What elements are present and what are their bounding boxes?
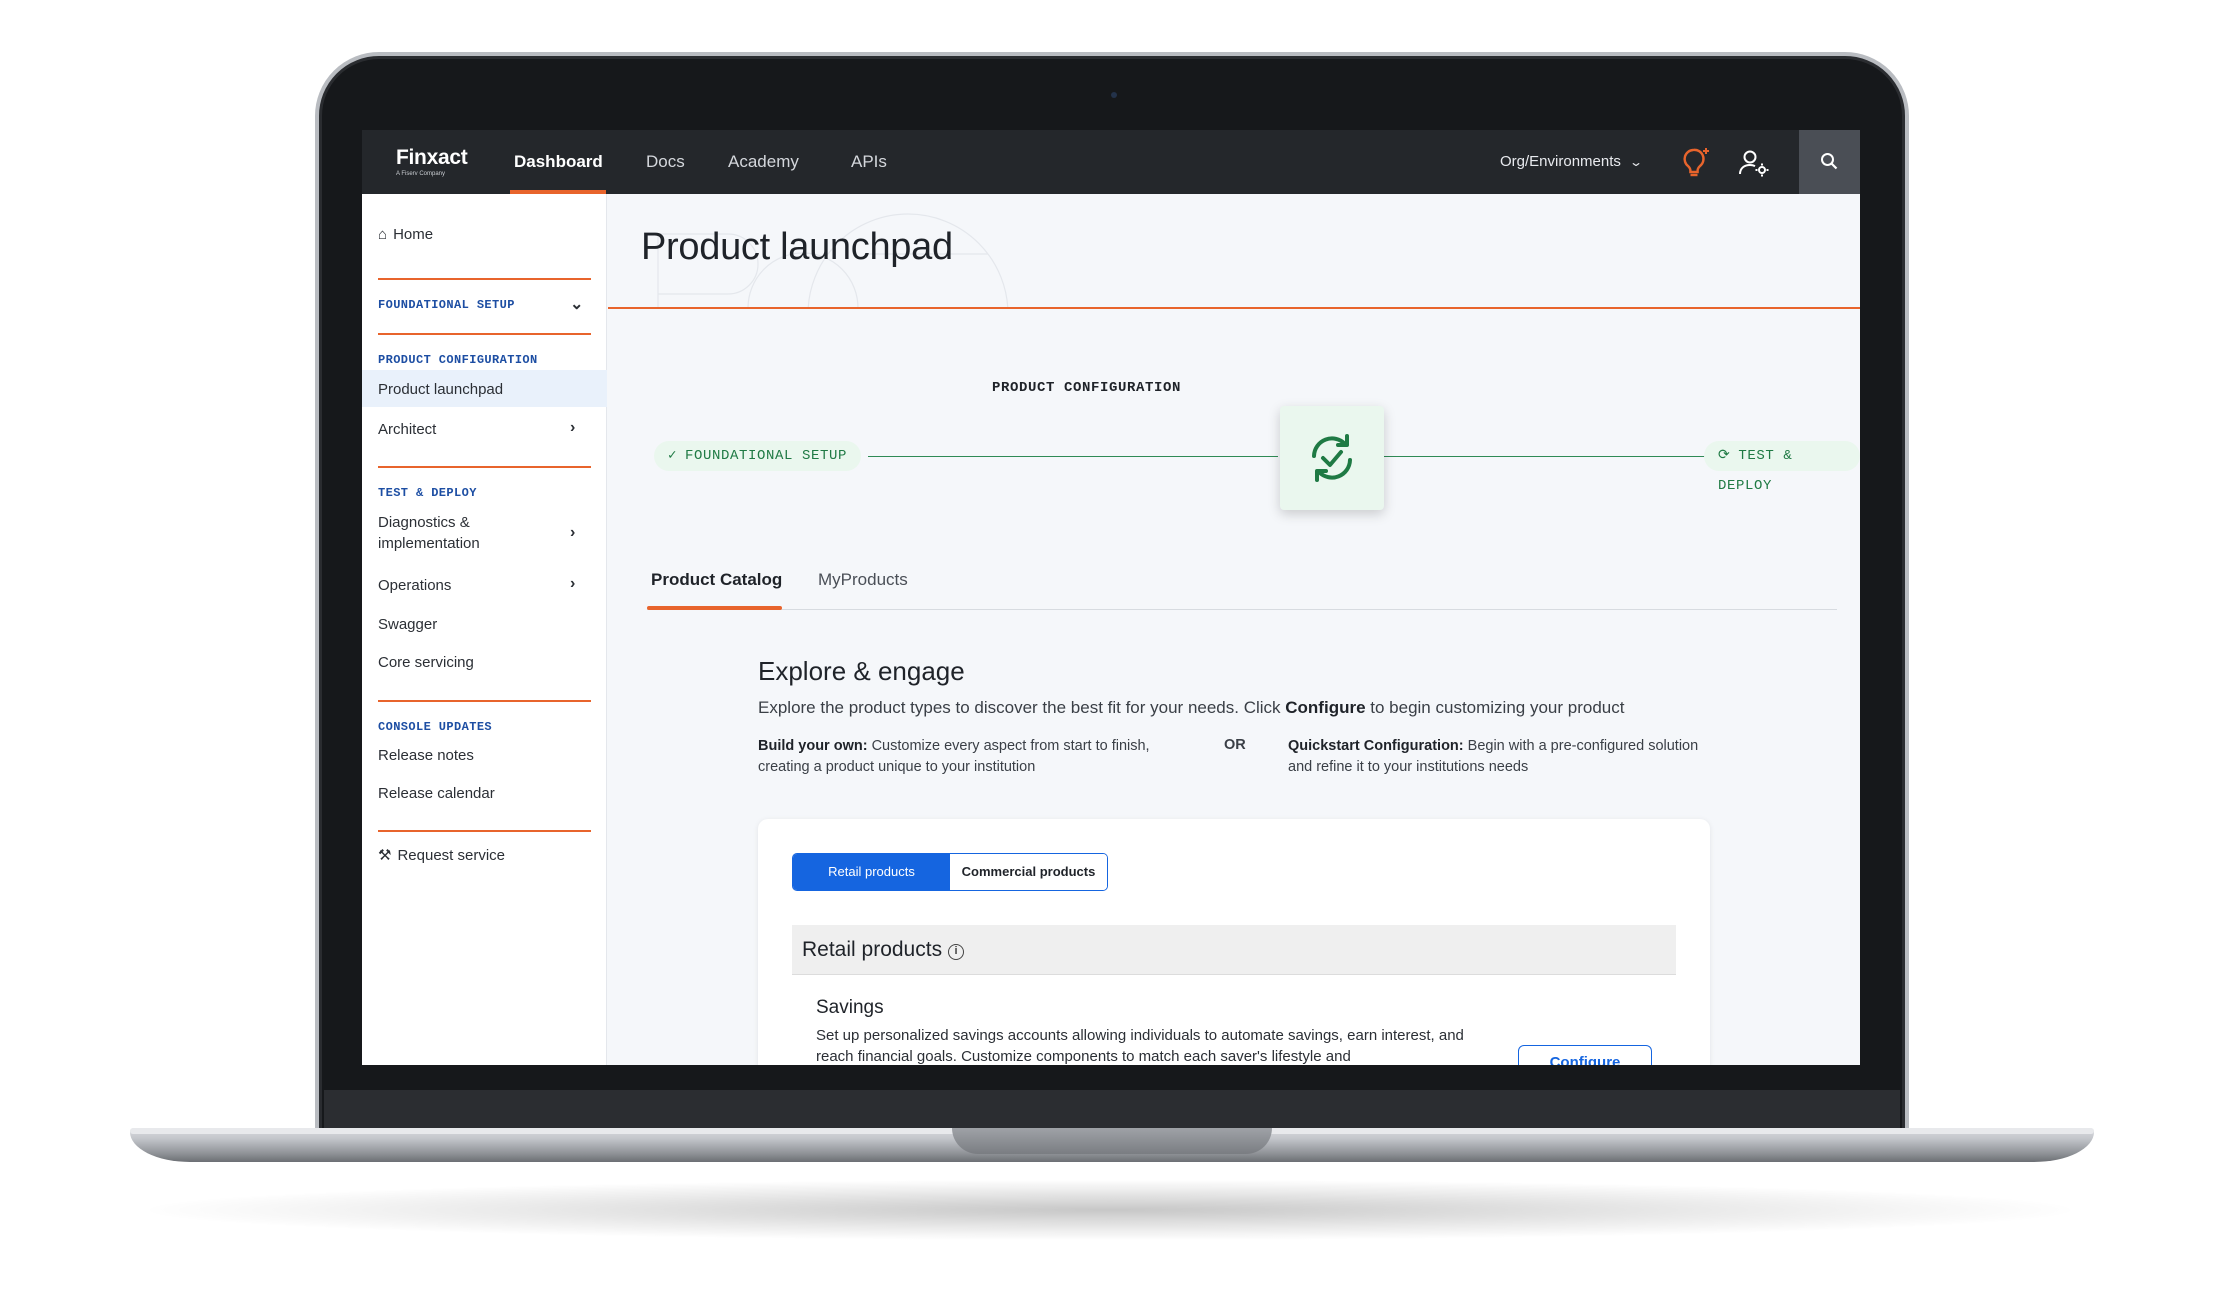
laptop-chin	[324, 1090, 1900, 1130]
sidebar: ⌂ Home FOUNDATIONAL SETUP ⌄ PRODUCT CONFI…	[362, 194, 607, 1065]
sidebar-item-release-calendar[interactable]: Release calendar	[378, 783, 495, 804]
chevron-right-icon[interactable]: ›	[570, 575, 575, 593]
org-environments-label: Org/Environments	[1500, 153, 1621, 170]
explore-desc-configure: Configure	[1285, 698, 1366, 717]
home-icon: ⌂	[378, 226, 388, 243]
sidebar-divider	[378, 333, 591, 335]
page-title: Product launchpad	[641, 226, 953, 268]
configure-button[interactable]: Configure	[1518, 1045, 1652, 1065]
sidebar-item-label: implementation	[378, 535, 480, 552]
sidebar-divider	[378, 466, 591, 468]
section-title: Retail products i	[802, 938, 965, 962]
laptop-notch	[952, 1128, 1272, 1154]
sidebar-item-operations[interactable]: Operations	[378, 575, 451, 596]
segment-commercial-products[interactable]: Commercial products	[950, 854, 1107, 890]
build-your-own-text: Build your own: Customize every aspect f…	[758, 736, 1198, 778]
top-navigation: Finxact A Fiserv Company Dashboard Docs …	[362, 130, 1860, 194]
sidebar-item-diagnostics[interactable]: Diagnostics & implementation	[378, 512, 480, 554]
sidebar-item-release-notes[interactable]: Release notes	[378, 745, 474, 766]
segment-retail-products[interactable]: Retail products	[793, 854, 950, 890]
stepper-step-foundational-setup[interactable]: ✓ FOUNDATIONAL SETUP	[654, 441, 862, 471]
quickstart-label: Quickstart Configuration:	[1288, 738, 1464, 754]
nav-dashboard[interactable]: Dashboard	[514, 130, 603, 194]
nav-apis[interactable]: APIs	[851, 130, 887, 194]
info-icon[interactable]: i	[948, 944, 965, 960]
stepper-step-test-deploy[interactable]: ⟳ TEST & DEPLOY	[1704, 441, 1860, 494]
user-settings-icon[interactable]	[1738, 148, 1770, 178]
sidebar-divider	[378, 278, 591, 280]
screen: Finxact A Fiserv Company Dashboard Docs …	[362, 130, 1860, 1065]
sidebar-home-label: Home	[393, 226, 434, 243]
sidebar-item-architect[interactable]: Architect	[378, 419, 436, 440]
laptop-camera	[1111, 92, 1117, 98]
sync-check-icon	[1312, 434, 1352, 482]
search-button[interactable]	[1799, 130, 1860, 194]
chevron-right-icon[interactable]: ›	[570, 419, 575, 437]
tab-myproducts[interactable]: MyProducts	[818, 570, 908, 590]
sidebar-item-home[interactable]: ⌂ Home	[378, 226, 433, 243]
products-card: Retail products Commercial products Reta…	[758, 819, 1710, 1065]
stepper-step-product-configuration	[1280, 406, 1384, 510]
product-description: Set up personalized savings accounts all…	[816, 1027, 1464, 1065]
wrench-icon: ⚒	[378, 847, 392, 864]
sidebar-heading-product-configuration: PRODUCT CONFIGURATION	[378, 353, 538, 367]
stepper-current-label: PRODUCT CONFIGURATION	[992, 380, 1182, 396]
lightbulb-icon[interactable]	[1680, 146, 1714, 180]
explore-desc-text: to begin customizing your product	[1365, 698, 1625, 717]
chevron-down-icon[interactable]: ⌄	[570, 294, 583, 314]
sync-icon: ⟳	[1718, 448, 1731, 464]
sidebar-heading-console-updates: CONSOLE UPDATES	[378, 720, 493, 734]
check-icon: ✓	[668, 448, 678, 464]
explore-title: Explore & engage	[758, 656, 965, 686]
sidebar-item-request-service[interactable]: ⚒ Request service	[378, 846, 505, 864]
stepper-step-label: FOUNDATIONAL SETUP	[685, 448, 848, 464]
org-environments-dropdown[interactable]: Org/Environments ⌄	[1500, 130, 1643, 194]
title-divider	[608, 307, 1860, 309]
tabs-divider	[647, 609, 1837, 610]
chevron-right-icon[interactable]: ›	[570, 524, 575, 542]
nav-docs[interactable]: Docs	[646, 130, 685, 194]
sidebar-item-core-servicing[interactable]: Core servicing	[378, 652, 474, 673]
tab-product-catalog[interactable]: Product Catalog	[651, 570, 782, 590]
sidebar-divider	[378, 700, 591, 702]
nav-academy[interactable]: Academy	[728, 130, 799, 194]
sidebar-request-service-label: Request service	[397, 847, 506, 864]
or-separator: OR	[1224, 737, 1246, 753]
brand-name: Finxact	[396, 146, 468, 169]
brand-tagline: A Fiserv Company	[396, 171, 446, 177]
product-type-toggle: Retail products Commercial products	[792, 853, 1108, 891]
quickstart-text: Quickstart Configuration: Begin with a p…	[1288, 736, 1708, 778]
sidebar-item-label: Diagnostics &	[378, 514, 470, 531]
stepper-connector	[868, 456, 1278, 457]
explore-description: Explore the product types to discover th…	[758, 698, 1624, 718]
sidebar-divider	[378, 830, 591, 832]
sidebar-item-swagger[interactable]: Swagger	[378, 614, 437, 635]
section-title-text: Retail products	[802, 938, 943, 961]
search-icon	[1821, 153, 1838, 170]
build-your-own-label: Build your own:	[758, 738, 868, 754]
main-content: Product launchpad PRODUCT CONFIGURATION …	[608, 194, 1860, 1065]
product-title: Savings	[816, 997, 884, 1018]
explore-desc-text: Explore the product types to discover th…	[758, 698, 1286, 717]
stepper-connector	[1363, 456, 1708, 457]
laptop-shadow	[150, 1180, 2070, 1240]
tab-active-indicator	[647, 606, 782, 610]
sidebar-heading-test-deploy: TEST & DEPLOY	[378, 486, 477, 500]
sidebar-item-product-launchpad[interactable]: Product launchpad	[378, 379, 503, 400]
chevron-down-icon: ⌄	[1628, 155, 1643, 169]
sidebar-heading-foundational-setup[interactable]: FOUNDATIONAL SETUP	[378, 298, 515, 312]
brand-logo[interactable]: Finxact A Fiserv Company	[396, 146, 468, 177]
